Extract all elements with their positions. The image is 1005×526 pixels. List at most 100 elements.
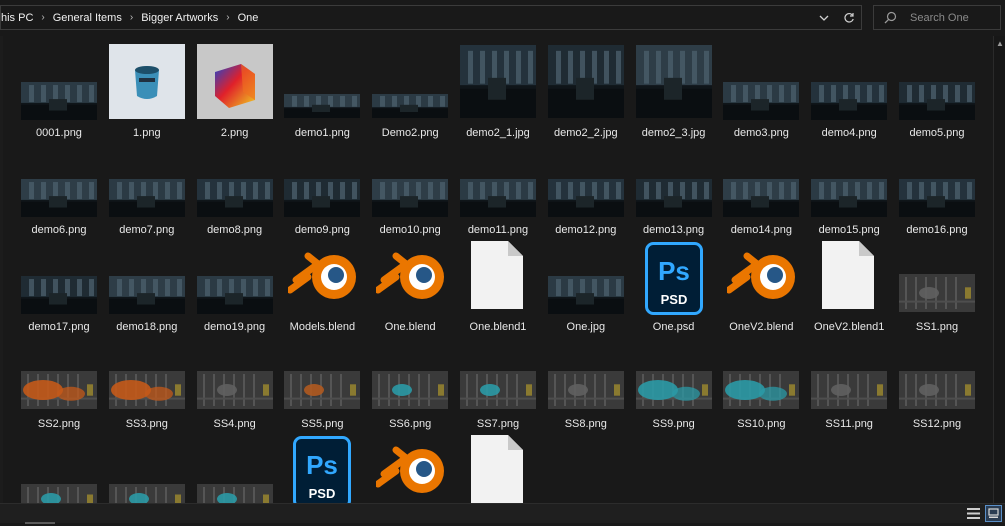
breadcrumb-this-pc[interactable]: his PC xyxy=(1,12,39,24)
scroll-up-arrow-icon[interactable]: ▲ xyxy=(996,39,1004,48)
refresh-icon[interactable] xyxy=(840,9,858,27)
file-item[interactable]: demo9.png xyxy=(278,141,366,238)
file-item[interactable]: SS7.png xyxy=(454,335,542,432)
file-item[interactable]: SS10.png xyxy=(717,335,805,432)
search-input[interactable]: Search One xyxy=(910,12,969,24)
file-name: demo4.png xyxy=(821,127,877,139)
file-item[interactable]: demo13.png xyxy=(630,141,718,238)
file-name: One.blend1 xyxy=(469,321,527,333)
file-thumbnail xyxy=(717,44,805,126)
file-item[interactable]: SS8.png xyxy=(542,335,630,432)
address-bar[interactable]: his PC › General Items › Bigger Artworks… xyxy=(0,5,862,30)
details-view-icon[interactable] xyxy=(966,507,981,520)
file-item[interactable]: Models.blend xyxy=(278,238,366,335)
breadcrumb-general-items[interactable]: General Items xyxy=(47,12,128,24)
file-item[interactable]: demo1.png xyxy=(278,44,366,141)
file-thumbnail xyxy=(191,141,279,223)
file-item[interactable]: demo19.png xyxy=(191,238,279,335)
file-thumbnail xyxy=(805,238,893,320)
large-icons-view-icon[interactable] xyxy=(985,505,1002,522)
svg-text:PSD: PSD xyxy=(660,292,687,307)
file-item[interactable]: demo17.png xyxy=(15,238,103,335)
file-item[interactable]: demo2_3.jpg xyxy=(630,44,718,141)
blank-file-icon xyxy=(822,241,875,309)
file-thumbnail xyxy=(366,44,454,126)
file-item[interactable]: SS3.png xyxy=(103,335,191,432)
file-item[interactable]: demo4.png xyxy=(805,44,893,141)
file-thumbnail xyxy=(15,44,103,126)
file-item[interactable]: One.blend1 xyxy=(454,238,542,335)
file-item[interactable]: Ps PSD One.psd xyxy=(630,238,718,335)
blender-icon xyxy=(376,252,445,299)
file-item[interactable]: SS6.png xyxy=(366,335,454,432)
file-item[interactable]: demo2_2.jpg xyxy=(542,44,630,141)
file-item[interactable]: SS11.png xyxy=(805,335,893,432)
file-item[interactable]: demo8.png xyxy=(191,141,279,238)
file-item[interactable] xyxy=(15,432,103,503)
file-thumbnail xyxy=(103,238,191,320)
file-name: 1.png xyxy=(133,127,161,139)
file-item[interactable]: 2.png xyxy=(191,44,279,141)
search-box[interactable]: Search One xyxy=(873,5,1001,30)
file-name: SS11.png xyxy=(825,418,873,430)
file-name: SS4.png xyxy=(213,418,256,430)
file-item[interactable]: demo2_1.jpg xyxy=(454,44,542,141)
file-name: demo7.png xyxy=(119,224,175,236)
file-item[interactable]: Ps PSD xyxy=(278,432,366,503)
file-thumbnail xyxy=(630,141,718,223)
file-item[interactable]: demo16.png xyxy=(893,141,981,238)
file-item[interactable]: 1.png xyxy=(103,44,191,141)
file-item[interactable]: OneV2.blend xyxy=(717,238,805,335)
file-item[interactable]: demo15.png xyxy=(805,141,893,238)
breadcrumb-separator[interactable]: › xyxy=(39,12,46,23)
file-item[interactable]: OneV2.blend1 xyxy=(805,238,893,335)
file-name: demo17.png xyxy=(28,321,90,333)
file-item[interactable]: SS12.png xyxy=(893,335,981,432)
file-item[interactable]: SS5.png xyxy=(278,335,366,432)
file-item[interactable] xyxy=(103,432,191,503)
file-thumbnail xyxy=(542,238,630,320)
file-item[interactable]: 0001.png xyxy=(15,44,103,141)
file-item[interactable]: demo18.png xyxy=(103,238,191,335)
file-name: demo9.png xyxy=(294,224,350,236)
file-name: Demo2.png xyxy=(381,127,439,139)
file-item[interactable]: demo10.png xyxy=(366,141,454,238)
file-item[interactable]: Demo2.png xyxy=(366,44,454,141)
vertical-scrollbar[interactable]: ▲ xyxy=(993,36,1005,503)
file-item[interactable]: SS2.png xyxy=(15,335,103,432)
file-item[interactable]: One.blend xyxy=(366,238,454,335)
file-name: SS5.png xyxy=(301,418,344,430)
file-thumbnail xyxy=(893,335,981,417)
file-item[interactable]: demo11.png xyxy=(454,141,542,238)
photoshop-icon: Ps PSD xyxy=(644,242,703,315)
file-name: SS1.png xyxy=(915,321,959,333)
file-item[interactable] xyxy=(366,432,454,503)
file-item[interactable]: SS4.png xyxy=(191,335,279,432)
file-item[interactable]: demo3.png xyxy=(717,44,805,141)
breadcrumb-one[interactable]: One xyxy=(232,12,265,24)
file-item[interactable]: SS1.png xyxy=(893,238,981,335)
file-item[interactable] xyxy=(454,432,542,503)
file-item[interactable]: One.jpg xyxy=(542,238,630,335)
breadcrumb-separator[interactable]: › xyxy=(224,12,231,23)
file-name: SS8.png xyxy=(564,418,607,430)
breadcrumb-separator[interactable]: › xyxy=(128,12,135,23)
file-name: demo5.png xyxy=(909,127,965,139)
file-thumbnail xyxy=(630,44,718,126)
file-item[interactable]: demo5.png xyxy=(893,44,981,141)
file-thumbnail xyxy=(103,432,191,503)
file-item[interactable]: demo6.png xyxy=(15,141,103,238)
file-thumbnail xyxy=(454,141,542,223)
file-item[interactable]: demo12.png xyxy=(542,141,630,238)
file-item[interactable] xyxy=(191,432,279,503)
chevron-down-icon[interactable] xyxy=(815,10,833,26)
file-thumbnail xyxy=(454,432,542,503)
file-thumbnail xyxy=(15,335,103,417)
breadcrumb-bigger-artworks[interactable]: Bigger Artworks xyxy=(135,12,224,24)
file-item[interactable]: demo14.png xyxy=(717,141,805,238)
file-thumbnail xyxy=(454,238,542,320)
file-name: SS9.png xyxy=(652,418,695,430)
file-name: Models.blend xyxy=(289,321,356,333)
file-item[interactable]: SS9.png xyxy=(630,335,718,432)
file-item[interactable]: demo7.png xyxy=(103,141,191,238)
